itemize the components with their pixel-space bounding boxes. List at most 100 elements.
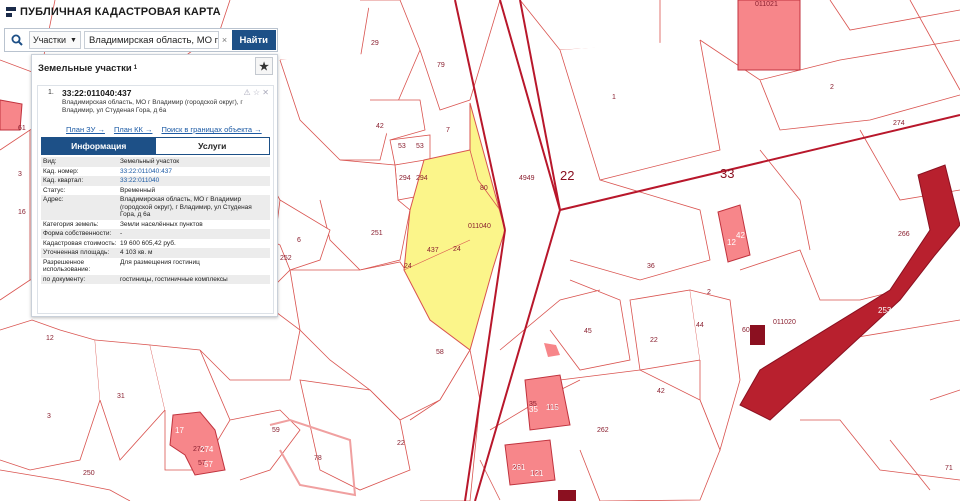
result-tabs: Информация Услуги (41, 137, 270, 155)
logo-icon (6, 7, 16, 17)
quarter-label: 33 (720, 166, 734, 181)
attribute-value: Владимирская область, МО г Владимир (гор… (120, 196, 252, 218)
parcel-label: 2 (707, 289, 711, 296)
attribute-label: Статус: (43, 186, 66, 194)
panel-title: Земельные участки (38, 62, 132, 74)
attribute-value: - (120, 230, 123, 237)
parcel-label: 3 (47, 413, 51, 420)
parcel-label: 31 (117, 393, 125, 400)
parcel-label: 22 (397, 440, 405, 447)
parcel-label: 266 (898, 231, 910, 238)
attribute-value: Для размещения гостиниц (120, 258, 200, 266)
parcel-label: 79 (437, 62, 445, 69)
parcel-label: 274 (893, 120, 905, 127)
parcel-label: 1 (612, 94, 616, 101)
plan-zu-link[interactable]: План ЗУ → (66, 125, 105, 134)
parcel-label: 29 (371, 40, 379, 47)
attribute-label: Форма собственности: (43, 230, 112, 237)
attribute-row: Адрес: Владимирская область, МО г Владими… (41, 195, 270, 220)
parcel-label: 3 (18, 171, 22, 178)
favorite-star-icon[interactable]: ★ (255, 57, 273, 75)
attribute-label: по документу: (43, 275, 86, 283)
search-button[interactable]: Найти (231, 30, 276, 50)
block-label: 011020 (773, 319, 796, 326)
card-action-icons[interactable]: ⚠ ☆ ✕ (244, 88, 270, 97)
parcel-label: 294 (399, 175, 411, 182)
attribute-label: Уточненная площадь: (43, 249, 110, 256)
parcel-label: 42 (376, 123, 384, 130)
chevron-down-icon: ▼ (70, 36, 77, 44)
attribute-value: Временный (120, 186, 156, 194)
attribute-value: Земли населённых пунктов (120, 220, 203, 228)
attribute-label: Кадастровая стоимость: (43, 239, 117, 247)
parcel-label: 58 (436, 349, 444, 356)
attribute-value[interactable]: 33:22:011040 (120, 177, 268, 185)
building-label: 253 (878, 306, 892, 315)
parcel-label: 36 (647, 263, 655, 270)
result-links: План ЗУ → План КК → Поиск в границах объ… (66, 125, 262, 134)
building-label: 57 (204, 460, 213, 469)
attribute-label: Кад. квартал: (43, 177, 84, 184)
parcel-label: 16 (18, 209, 26, 216)
parcel-label: 252 (280, 255, 292, 262)
panel-header: Земельные участки 1 ★ (32, 55, 277, 81)
attribute-row: по документу: гостиницы, гостиничные комп… (41, 274, 270, 284)
building-label: 42 (736, 231, 745, 240)
attribute-row: Вид: Земельный участок (41, 157, 270, 167)
attribute-label: Адрес: (43, 196, 64, 203)
parcel-label: 42 (657, 388, 665, 395)
selected-parcel-label: 437 (427, 247, 439, 254)
parcel-label: 71 (945, 465, 953, 472)
attribute-label: Кад. номер: (43, 167, 79, 175)
attribute-value[interactable]: 33:22:011040:437 (120, 168, 268, 176)
attribute-label: Категория земель: (43, 220, 99, 228)
parcel-label: 59 (272, 427, 280, 434)
clear-icon[interactable]: × (219, 31, 231, 49)
parcel-label: 7 (446, 127, 450, 134)
cadastral-number[interactable]: 33:22:011040:437 (62, 88, 131, 98)
search-in-bounds-link[interactable]: Поиск в границах объекта → (161, 125, 261, 134)
search-type-select[interactable]: Участки ▼ (29, 31, 81, 49)
block-label: 011021 (755, 1, 778, 8)
parcel-label: 251 (371, 230, 383, 237)
building-label: 35 (529, 405, 538, 414)
tab-services[interactable]: Услуги (155, 138, 269, 154)
app-header: ПУБЛИЧНАЯ КАДАСТРОВАЯ КАРТА (0, 0, 360, 24)
parcel-label: 262 (597, 427, 609, 434)
attribute-row: Кад. номер: 33:22:011040:437 (41, 167, 270, 177)
result-card[interactable]: 1. 33:22:011040:437 ⚠ ☆ ✕ Владимирская о… (37, 85, 274, 314)
parcel-label: 44 (696, 322, 704, 329)
parcel-label: 60 (742, 327, 750, 334)
building-label: 115 (546, 403, 559, 412)
building-label: 274 (200, 445, 214, 454)
results-panel: Земельные участки 1 ★ 1. 33:22:011040:437… (31, 54, 278, 317)
search-icon[interactable] (5, 29, 29, 51)
building-label: 261 (512, 463, 526, 472)
search-bar: Участки ▼ Владимирская область, МО г Вл ×… (4, 28, 278, 52)
parcel-label: 294 (416, 175, 428, 182)
attribute-value: 19 600 605,42 руб. (120, 239, 176, 247)
search-input[interactable]: Владимирская область, МО г Вл (83, 31, 219, 49)
app-title: ПУБЛИЧНАЯ КАДАСТРОВАЯ КАРТА (20, 6, 221, 18)
attribute-label: Вид: (43, 158, 57, 165)
attribute-value: 4 103 кв. м (120, 249, 153, 256)
parcel-label: 78 (314, 455, 322, 462)
parcel-label: 12 (46, 335, 54, 342)
attribute-row: Форма собственности: - (41, 229, 270, 239)
parcel-label: 250 (83, 470, 95, 477)
building-label: 17 (175, 426, 184, 435)
search-type-value: Участки (33, 35, 66, 45)
attribute-row: Кадастровая стоимость: 19 600 605,42 руб. (41, 239, 270, 249)
parcel-label: 22 (650, 337, 658, 344)
building-label: 121 (530, 469, 544, 478)
attribute-row: Кад. квартал: 33:22:011040 (41, 176, 270, 186)
plan-kk-link[interactable]: План КК → (114, 125, 153, 134)
attribute-row: Статус: Временный (41, 186, 270, 196)
selected-parcel-label: 80 (480, 185, 488, 192)
parcel-label: 2 (830, 84, 834, 91)
attribute-row: Уточненная площадь: 4 103 кв. м (41, 248, 270, 258)
attribute-value: Земельный участок (120, 158, 180, 165)
attribute-row: Категория земель: Земли населённых пункто… (41, 220, 270, 230)
tab-info[interactable]: Информация (42, 138, 156, 154)
attribute-table: Вид: Земельный участок Кад. номер: 33:22:01… (41, 157, 270, 284)
